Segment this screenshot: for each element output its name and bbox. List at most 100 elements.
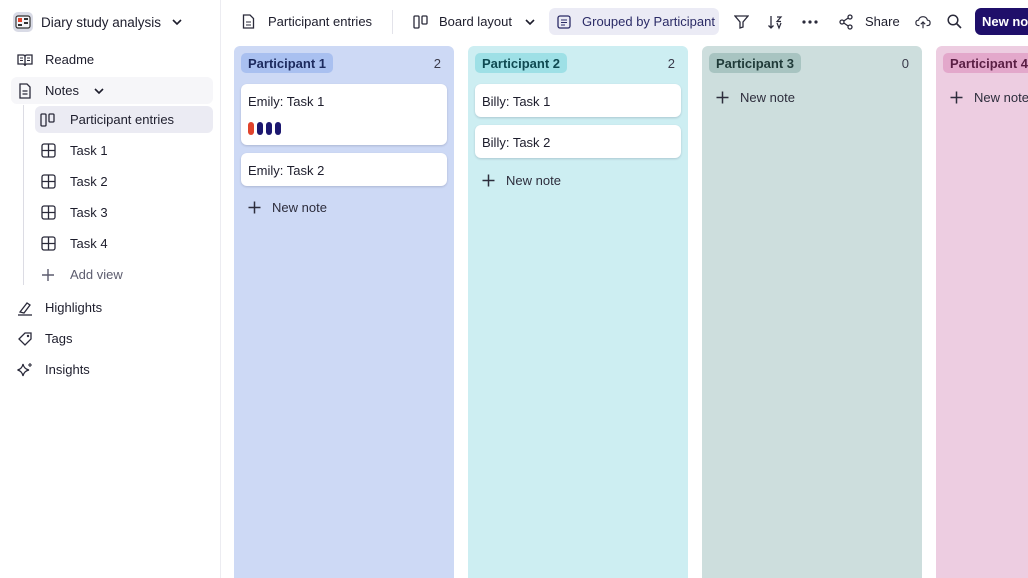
sync-button[interactable]	[913, 8, 933, 35]
add-note-label: New note	[272, 199, 327, 215]
list-icon	[556, 14, 572, 30]
note-card-title: Emily: Task 1	[248, 94, 325, 109]
chevron-down-icon[interactable]	[171, 16, 183, 28]
table-icon	[40, 143, 56, 159]
toolbar-divider	[392, 10, 393, 34]
column-header: Participant 4	[943, 53, 1028, 73]
sidebar-view-label: Participant entries	[70, 112, 175, 127]
sidebar-view-label: Task 3	[70, 205, 108, 220]
column-count: 2	[433, 55, 441, 71]
project-logo-icon	[13, 12, 33, 32]
sidebar-item-insights[interactable]: Insights	[11, 356, 213, 383]
sidebar-item-label: Tags	[45, 331, 73, 346]
sort-button[interactable]	[764, 8, 786, 35]
plus-icon	[248, 201, 261, 214]
tag-icon	[17, 331, 33, 347]
column-header: Participant 2 2	[475, 53, 681, 73]
sidebar-view-task-4[interactable]: Task 4	[35, 230, 213, 257]
board-column-participant-4: Participant 4 New note	[936, 46, 1028, 578]
add-note-button[interactable]: New note	[248, 197, 327, 217]
sidebar-item-readme[interactable]: Readme	[11, 46, 213, 73]
sidebar-item-label: Readme	[45, 52, 95, 67]
board-column-participant-3: Participant 3 0 New note	[702, 46, 922, 578]
board-column-participant-2: Participant 2 2 Billy: Task 1 Billy: Tas…	[468, 46, 688, 578]
note-card-title: Billy: Task 1	[482, 94, 551, 109]
new-note-primary-button[interactable]: New note	[975, 8, 1028, 35]
plus-icon	[40, 267, 56, 283]
sparkle-icon	[17, 362, 33, 378]
add-note-label: New note	[974, 89, 1028, 105]
book-icon	[17, 52, 33, 68]
layout-label: Board layout	[439, 14, 512, 29]
sidebar-view-participant-entries[interactable]: Participant entries	[35, 106, 213, 133]
note-tag-markers	[248, 122, 281, 135]
sidebar-item-highlights[interactable]: Highlights	[11, 294, 213, 321]
note-card[interactable]: Emily: Task 2	[241, 153, 447, 186]
column-title[interactable]: Participant 3	[709, 53, 802, 73]
add-note-button[interactable]: New note	[950, 87, 1028, 107]
table-icon	[40, 205, 56, 221]
share-label: Share	[865, 14, 900, 29]
note-card[interactable]: Emily: Task 1	[241, 84, 447, 145]
search-button[interactable]	[944, 8, 964, 35]
filter-icon	[733, 14, 749, 30]
note-card[interactable]: Billy: Task 1	[475, 84, 681, 117]
column-title[interactable]: Participant 4	[943, 53, 1028, 73]
column-title[interactable]: Participant 1	[241, 53, 334, 73]
tag-marker	[275, 122, 281, 135]
chevron-down-icon[interactable]	[93, 85, 105, 97]
document-icon	[240, 14, 256, 30]
sidebar: Diary study analysis Readme Notes Partic…	[0, 0, 221, 578]
view-name-button[interactable]: Participant entries	[233, 8, 383, 35]
project-title: Diary study analysis	[41, 14, 162, 30]
chevron-down-icon	[524, 16, 536, 28]
share-icon	[838, 13, 854, 30]
sidebar-item-label: Highlights	[45, 300, 103, 315]
sidebar-item-label: Insights	[45, 362, 90, 377]
add-note-button[interactable]: New note	[716, 87, 795, 107]
group-by-button[interactable]: Grouped by Participant	[549, 8, 719, 35]
note-card-title: Emily: Task 2	[248, 163, 325, 178]
plus-icon	[950, 91, 963, 104]
share-button[interactable]: Share	[838, 8, 902, 35]
sidebar-view-label: Task 4	[70, 236, 108, 251]
board-column-participant-1: Participant 1 2 Emily: Task 1 Emily: Tas…	[234, 46, 454, 578]
table-icon	[40, 174, 56, 190]
tag-marker	[257, 122, 263, 135]
plus-icon	[482, 174, 495, 187]
column-count: 2	[667, 55, 675, 71]
highlighter-icon	[17, 300, 33, 316]
add-note-label: New note	[506, 172, 561, 188]
plus-icon	[716, 91, 729, 104]
document-icon	[17, 82, 33, 99]
column-count: 0	[901, 55, 909, 71]
tag-marker	[248, 122, 254, 135]
more-options-button[interactable]	[799, 8, 821, 35]
add-view-button[interactable]: Add view	[35, 261, 213, 288]
note-card-title: Billy: Task 2	[482, 135, 551, 150]
layout-button[interactable]: Board layout	[407, 8, 541, 35]
filter-button[interactable]	[730, 8, 752, 35]
add-note-label: New note	[740, 89, 795, 105]
more-horizontal-icon	[802, 14, 818, 30]
tree-guide-line	[23, 105, 24, 285]
sidebar-item-tags[interactable]: Tags	[11, 325, 213, 352]
column-header: Participant 1 2	[241, 53, 447, 73]
note-card[interactable]: Billy: Task 2	[475, 125, 681, 158]
sort-icon	[767, 14, 783, 30]
sidebar-view-task-2[interactable]: Task 2	[35, 168, 213, 195]
sidebar-item-label: Notes	[45, 83, 79, 98]
column-title[interactable]: Participant 2	[475, 53, 568, 73]
sidebar-item-notes[interactable]: Notes	[11, 77, 213, 104]
sidebar-view-label: Task 2	[70, 174, 108, 189]
group-by-label: Grouped by Participant	[582, 14, 715, 29]
tag-marker	[266, 122, 272, 135]
board-icon	[40, 112, 56, 128]
add-note-button[interactable]: New note	[482, 170, 561, 190]
column-header: Participant 3 0	[709, 53, 915, 73]
sidebar-view-task-3[interactable]: Task 3	[35, 199, 213, 226]
project-switcher[interactable]: Diary study analysis	[13, 10, 183, 34]
toolbar: Participant entries Board layout Grouped…	[221, 0, 1028, 44]
sidebar-view-task-1[interactable]: Task 1	[35, 137, 213, 164]
sidebar-view-label: Task 1	[70, 143, 108, 158]
